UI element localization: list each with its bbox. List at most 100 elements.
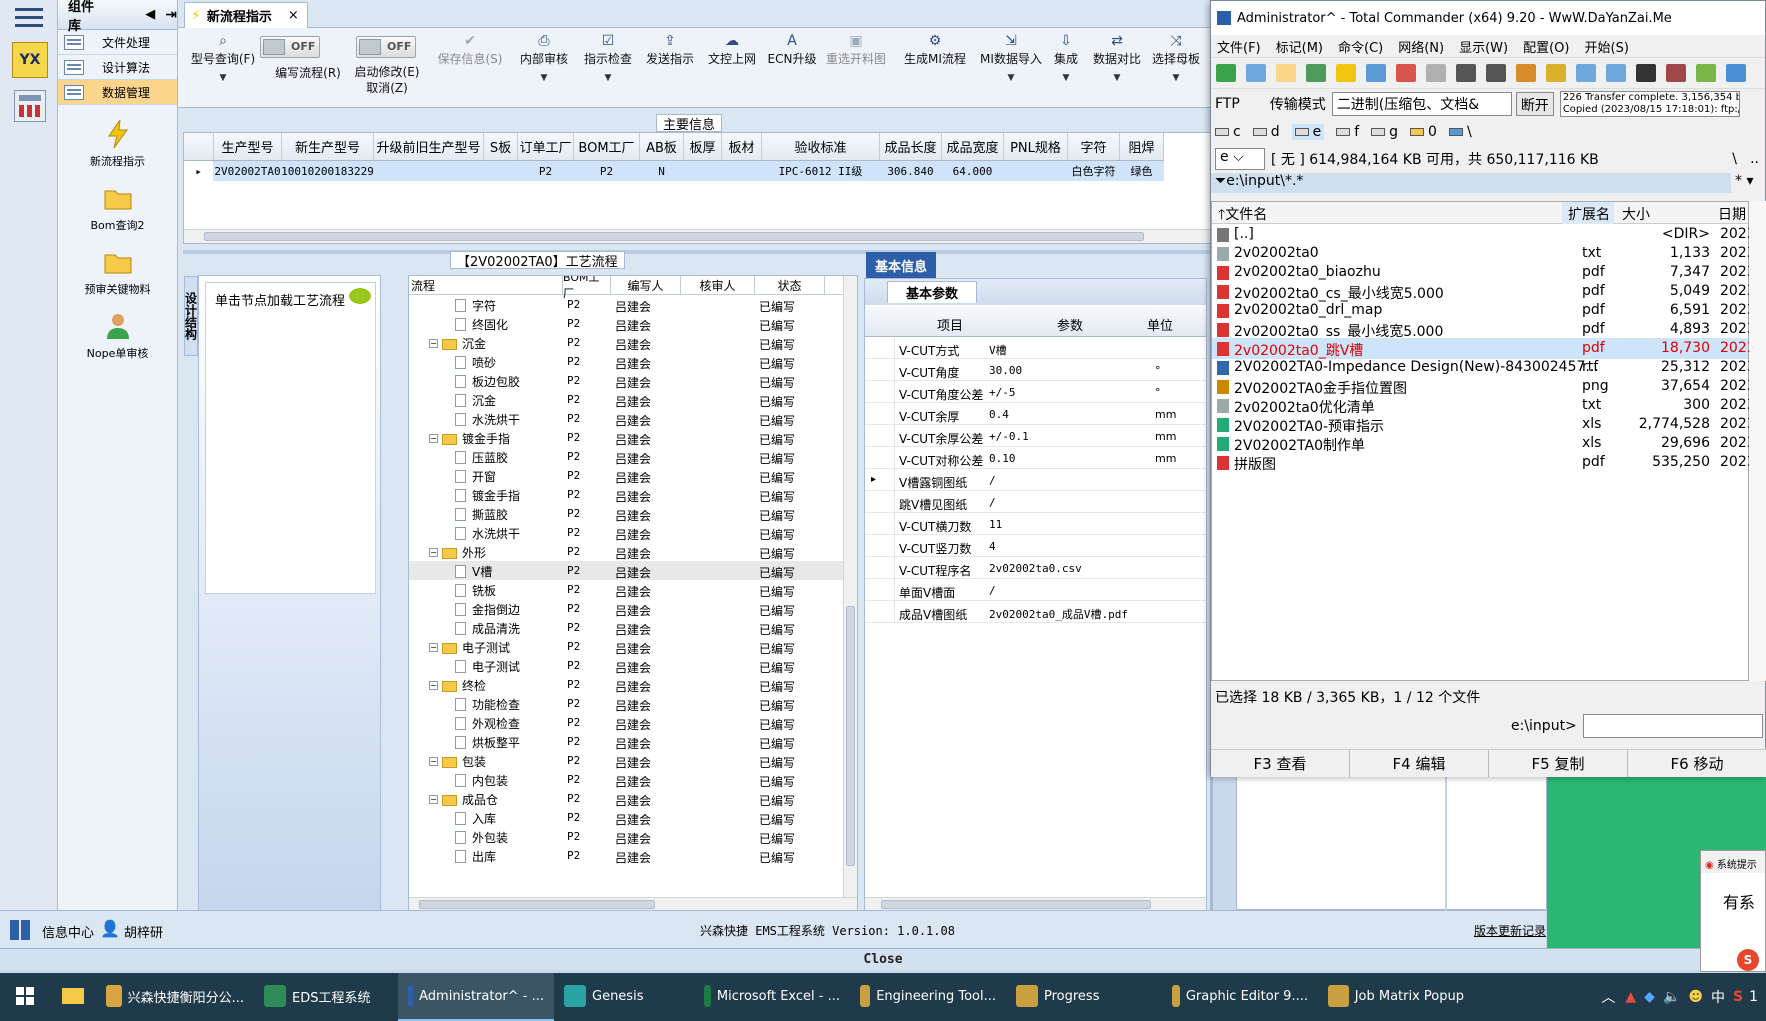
table-cell[interactable]: 10010200183229 xyxy=(281,161,374,181)
flow-tree-row[interactable]: − 电子测试 P2 吕建会 已编写 xyxy=(409,637,843,656)
table-row[interactable]: ▸ 2V02002TA0 10010200183229 P2 P2 N IPC-… xyxy=(184,161,1164,181)
drive-g-button[interactable]: g xyxy=(1371,124,1398,140)
tray-smiley-icon[interactable]: ☻ xyxy=(1688,989,1703,1005)
flow-tree-row[interactable]: 水洗烘干 P2 吕建会 已编写 xyxy=(409,409,843,428)
flow-tree-row[interactable]: 烘板整平 P2 吕建会 已编写 xyxy=(409,732,843,751)
launcher-bom-query[interactable]: Bom查询2 xyxy=(58,183,177,233)
column-header[interactable]: 编写人 xyxy=(611,276,681,294)
param-row[interactable]: V-CUT程序名 2v02002ta0.csv xyxy=(865,557,1206,579)
flow-tree-row[interactable]: − 镀金手指 P2 吕建会 已编写 xyxy=(409,428,843,447)
volume-icon[interactable]: 🔈 xyxy=(1663,989,1680,1005)
table-cell[interactable] xyxy=(1004,161,1068,181)
ecn-upgrade-button[interactable]: A ECN升级 xyxy=(766,32,818,67)
param-row[interactable]: ▸ V槽露铜图纸 / xyxy=(865,469,1206,491)
table-cell[interactable]: 64.000 xyxy=(942,161,1004,181)
tab-new-flow[interactable]: ⚡ 新流程指示 × xyxy=(184,2,308,28)
exit-icon[interactable]: ⇥ xyxy=(165,7,177,23)
param-value[interactable]: 11 xyxy=(989,518,1002,531)
column-header[interactable]: 项目 xyxy=(937,315,963,334)
integrate-button[interactable]: ⇩ 集成 ▼ xyxy=(1048,32,1084,83)
f4-edit-button[interactable]: F4 编辑 xyxy=(1350,750,1489,777)
table-cell[interactable]: 绿色 xyxy=(1120,161,1164,181)
column-header[interactable]: BOM工厂 xyxy=(574,133,640,160)
unpack-icon[interactable] xyxy=(1546,64,1566,82)
table-cell[interactable] xyxy=(684,161,722,181)
column-header[interactable]: BOM工厂 xyxy=(563,276,611,300)
collapse-toggle-icon[interactable]: − xyxy=(429,643,438,652)
flow-tree-vertical-scrollbar[interactable] xyxy=(843,276,857,897)
flow-tree-row[interactable]: 沉金 P2 吕建会 已编写 xyxy=(409,390,843,409)
taskbar-item[interactable]: 兴森快捷衡阳分公... xyxy=(96,973,254,1021)
param-row[interactable]: 单面V槽面 / xyxy=(865,579,1206,601)
params-horizontal-scrollbar[interactable] xyxy=(865,897,1206,911)
table-cell[interactable]: N xyxy=(640,161,684,181)
edit-flow-toggle[interactable]: OFF xyxy=(260,36,320,58)
file-row[interactable]: 2V02002TA0制作单 xls 29,696 2023 xyxy=(1212,433,1756,454)
table-cell[interactable]: P2 xyxy=(518,161,574,181)
param-value[interactable]: 0.4 xyxy=(989,408,1009,421)
flow-tree-row[interactable]: 撕蓝胶 P2 吕建会 已编写 xyxy=(409,504,843,523)
column-header[interactable]: PNL规格 xyxy=(1004,133,1068,160)
transfer-mode-select[interactable]: 二进制(压缩包、文档& xyxy=(1331,92,1512,116)
flow-tree-row[interactable]: 铣板 P2 吕建会 已编写 xyxy=(409,580,843,599)
app-logo-icon[interactable]: YX xyxy=(12,42,48,78)
refresh-icon[interactable] xyxy=(1216,64,1236,82)
param-row[interactable]: V-CUT角度公差 +/-5 ° xyxy=(865,381,1206,403)
mi-import-button[interactable]: ⇲ MI数据导入 ▼ xyxy=(978,32,1044,83)
url-connect-icon[interactable] xyxy=(1606,64,1626,82)
drive-0-button[interactable]: 0 xyxy=(1410,124,1437,140)
drive-c-button[interactable]: c xyxy=(1215,124,1241,140)
column-header[interactable]: 状态 xyxy=(755,276,825,294)
flow-tree-row[interactable]: 功能检查 P2 吕建会 已编写 xyxy=(409,694,843,713)
param-value[interactable]: 2v02002ta0_成品V槽.pdf xyxy=(989,606,1128,622)
info-center-link[interactable]: 信息中心 xyxy=(42,922,94,941)
menu-configuration[interactable]: 配置(O) xyxy=(1523,37,1569,56)
column-header[interactable]: 成品长度 xyxy=(880,133,942,160)
flow-tree-row[interactable]: 板边包胶 P2 吕建会 已编写 xyxy=(409,371,843,390)
calculator-icon[interactable] xyxy=(14,90,46,122)
flow-tree-row[interactable]: 压蓝胶 P2 吕建会 已编写 xyxy=(409,447,843,466)
column-header[interactable]: 阻焊 xyxy=(1120,133,1164,160)
table-cell[interactable] xyxy=(374,161,484,181)
param-row[interactable]: V-CUT角度 30.00 ° xyxy=(865,359,1206,381)
param-row[interactable]: V-CUT余厚 0.4 mm xyxy=(865,403,1206,425)
root-dir-button[interactable]: \ xyxy=(1732,151,1737,167)
copy-names-icon[interactable] xyxy=(1726,64,1746,82)
column-header[interactable]: S板 xyxy=(484,133,518,160)
column-header[interactable]: 验收标准 xyxy=(762,133,880,160)
command-line-input[interactable] xyxy=(1582,714,1763,738)
drive-select[interactable]: e ⌵ xyxy=(1215,148,1265,170)
param-value[interactable]: / xyxy=(989,496,996,509)
flow-tree-row[interactable]: − 沉金 P2 吕建会 已编写 xyxy=(409,333,843,352)
file-row[interactable]: 2v02002ta0 txt 1,133 2023 xyxy=(1212,243,1756,264)
flow-tree-row[interactable]: 电子测试 P2 吕建会 已编写 xyxy=(409,656,843,675)
brief-view-icon[interactable] xyxy=(1246,64,1266,82)
param-value[interactable]: / xyxy=(989,474,996,487)
filter-button[interactable]: * ▾ xyxy=(1735,173,1765,193)
flow-tree-row[interactable]: − 包装 P2 吕建会 已编写 xyxy=(409,751,843,770)
ftp-log[interactable]: 226 Transfer complete. 3,156,354 bytes (… xyxy=(1559,91,1740,117)
menu-file[interactable]: 文件(F) xyxy=(1217,37,1261,56)
tc-titlebar[interactable]: Administrator^ - Total Commander (x64) 9… xyxy=(1211,1,1765,35)
file-row[interactable]: 2v02002ta0_drl_map pdf 6,591 2023 xyxy=(1212,300,1756,321)
close-bar[interactable]: Close xyxy=(0,948,1766,970)
data-compare-button[interactable]: ⇄ 数据对比 ▼ xyxy=(1090,32,1144,83)
table-cell[interactable]: 306.840 xyxy=(880,161,942,181)
file-row[interactable]: 2v02002ta0_biaozhu pdf 7,347 2023 xyxy=(1212,262,1756,283)
column-header[interactable]: 板材 xyxy=(722,133,762,160)
table-cell[interactable] xyxy=(484,161,518,181)
table-cell[interactable]: P2 xyxy=(574,161,640,181)
taskbar-item[interactable]: Administrator^ - ... xyxy=(398,973,554,1021)
column-header[interactable]: 板厚 xyxy=(684,133,722,160)
tray-bluetooth-icon[interactable]: ◆ xyxy=(1644,989,1655,1005)
tab-design-structure[interactable]: 设计结构 xyxy=(184,276,198,356)
launcher-new-flow[interactable]: 新流程指示 xyxy=(58,119,177,169)
param-value[interactable]: / xyxy=(989,584,996,597)
multi-rename-icon[interactable] xyxy=(1666,64,1686,82)
binoculars-icon[interactable] xyxy=(1636,64,1656,82)
menu-show[interactable]: 显示(W) xyxy=(1459,37,1508,56)
f3-view-button[interactable]: F3 查看 xyxy=(1211,750,1350,777)
taskbar-item[interactable]: Graphic Editor 9.... xyxy=(1162,973,1318,1021)
column-header[interactable]: 字符 xyxy=(1068,133,1120,160)
table-cell[interactable]: 2V02002TA0 xyxy=(214,161,282,181)
